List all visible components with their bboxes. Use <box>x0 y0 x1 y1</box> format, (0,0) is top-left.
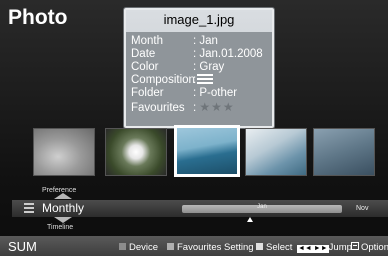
info-row-favourites: Favourites: ★★★ <box>131 100 235 114</box>
up-arrow-icon[interactable] <box>54 193 72 199</box>
thumbnail-mountain[interactable] <box>245 128 307 176</box>
info-details: Month: Jan Date: Jan.01.2008 Color: Gray… <box>126 32 272 126</box>
thumbnail-pigs[interactable] <box>33 128 95 176</box>
sum-logo: SUM <box>8 239 37 254</box>
list-icon <box>24 203 34 213</box>
footer-bar: SUM Device Favourites Setting Select ◄◄ … <box>0 236 388 256</box>
page-title: Photo <box>8 6 68 29</box>
red-button-icon <box>119 243 126 250</box>
yellow-button-icon <box>256 243 263 250</box>
timeline-label: Timeline <box>47 224 74 231</box>
down-arrow-icon[interactable] <box>54 217 72 223</box>
star-rating-icon: ★★★ <box>199 100 235 114</box>
info-row-folder: Folder: P-other <box>131 87 238 99</box>
thumbnail-lake[interactable] <box>313 128 375 176</box>
info-filename: image_1.jpg <box>163 12 235 27</box>
info-row-composition: Composition: <box>131 74 214 86</box>
jump-button[interactable]: ◄◄ ►►Jump <box>297 242 352 253</box>
thumbnail-strip <box>0 124 388 186</box>
info-row-color: Color: Gray <box>131 61 225 73</box>
device-button[interactable]: Device <box>119 242 158 253</box>
current-month-label: Jan <box>257 204 267 210</box>
photo-browser-screen: Photo image_1.jpg Month: Jan Date: Jan.0… <box>0 0 388 256</box>
green-button-icon <box>167 243 174 250</box>
grid-lines-icon <box>197 74 214 84</box>
info-row-date: Date: Jan.01.2008 <box>131 48 263 60</box>
option-button[interactable]: Option <box>351 242 388 253</box>
position-marker-icon <box>247 217 253 222</box>
info-row-month: Month: Jan <box>131 35 218 47</box>
month-track[interactable]: Jan <box>182 204 342 213</box>
thumbnail-flower[interactable] <box>105 128 167 176</box>
next-month-label[interactable]: Nov <box>356 205 368 212</box>
photo-info-panel: image_1.jpg Month: Jan Date: Jan.01.2008… <box>124 8 274 128</box>
tools-icon <box>351 242 359 250</box>
sort-mode-label[interactable]: Monthly <box>42 201 84 215</box>
rewind-forward-icon: ◄◄ ►► <box>297 245 329 253</box>
sort-bar[interactable]: Monthly Jan Nov <box>12 200 388 217</box>
select-button[interactable]: Select <box>256 242 292 253</box>
thumbnail-coast-selected[interactable] <box>174 125 240 177</box>
favourites-setting-button[interactable]: Favourites Setting <box>167 242 254 253</box>
